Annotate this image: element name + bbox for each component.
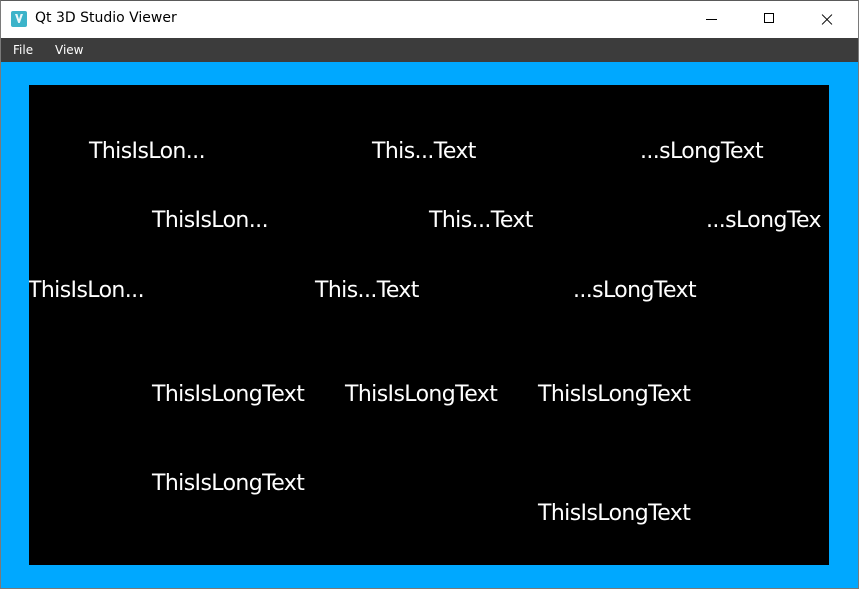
text-label: ...sLongText [640, 139, 764, 164]
app-window: Qt 3D Studio Viewer File View ThisIsLon.… [0, 0, 859, 589]
menu-view[interactable]: View [55, 43, 83, 57]
viewer-viewport[interactable]: ThisIsLon... This...Text ...sLongText Th… [1, 62, 858, 588]
text-label: ThisIsLongText [345, 382, 498, 407]
text-label: ...sLongTex [706, 208, 822, 233]
text-label: ThisIsLongText [538, 501, 691, 526]
text-label: ...sLongText [573, 278, 697, 303]
scene-canvas[interactable]: ThisIsLon... This...Text ...sLongText Th… [29, 85, 829, 565]
text-label: ThisIsLongText [538, 382, 691, 407]
text-label: This...Text [429, 208, 533, 233]
close-button[interactable] [803, 1, 849, 38]
title-bar[interactable]: Qt 3D Studio Viewer [1, 1, 858, 38]
text-label: This...Text [372, 139, 476, 164]
text-label: ThisIsLongText [152, 382, 305, 407]
menu-bar: File View [1, 38, 858, 62]
text-label: ThisIsLon... [89, 139, 206, 164]
minimize-button[interactable] [689, 1, 735, 38]
text-label: ThisIsLongText [152, 471, 305, 496]
maximize-button[interactable] [746, 1, 792, 38]
window-title: Qt 3D Studio Viewer [35, 10, 177, 26]
text-label: This...Text [315, 278, 419, 303]
menu-file[interactable]: File [13, 43, 33, 57]
text-label: ThisIsLon... [152, 208, 269, 233]
text-label: ThisIsLon... [29, 278, 145, 303]
app-icon [11, 11, 27, 27]
